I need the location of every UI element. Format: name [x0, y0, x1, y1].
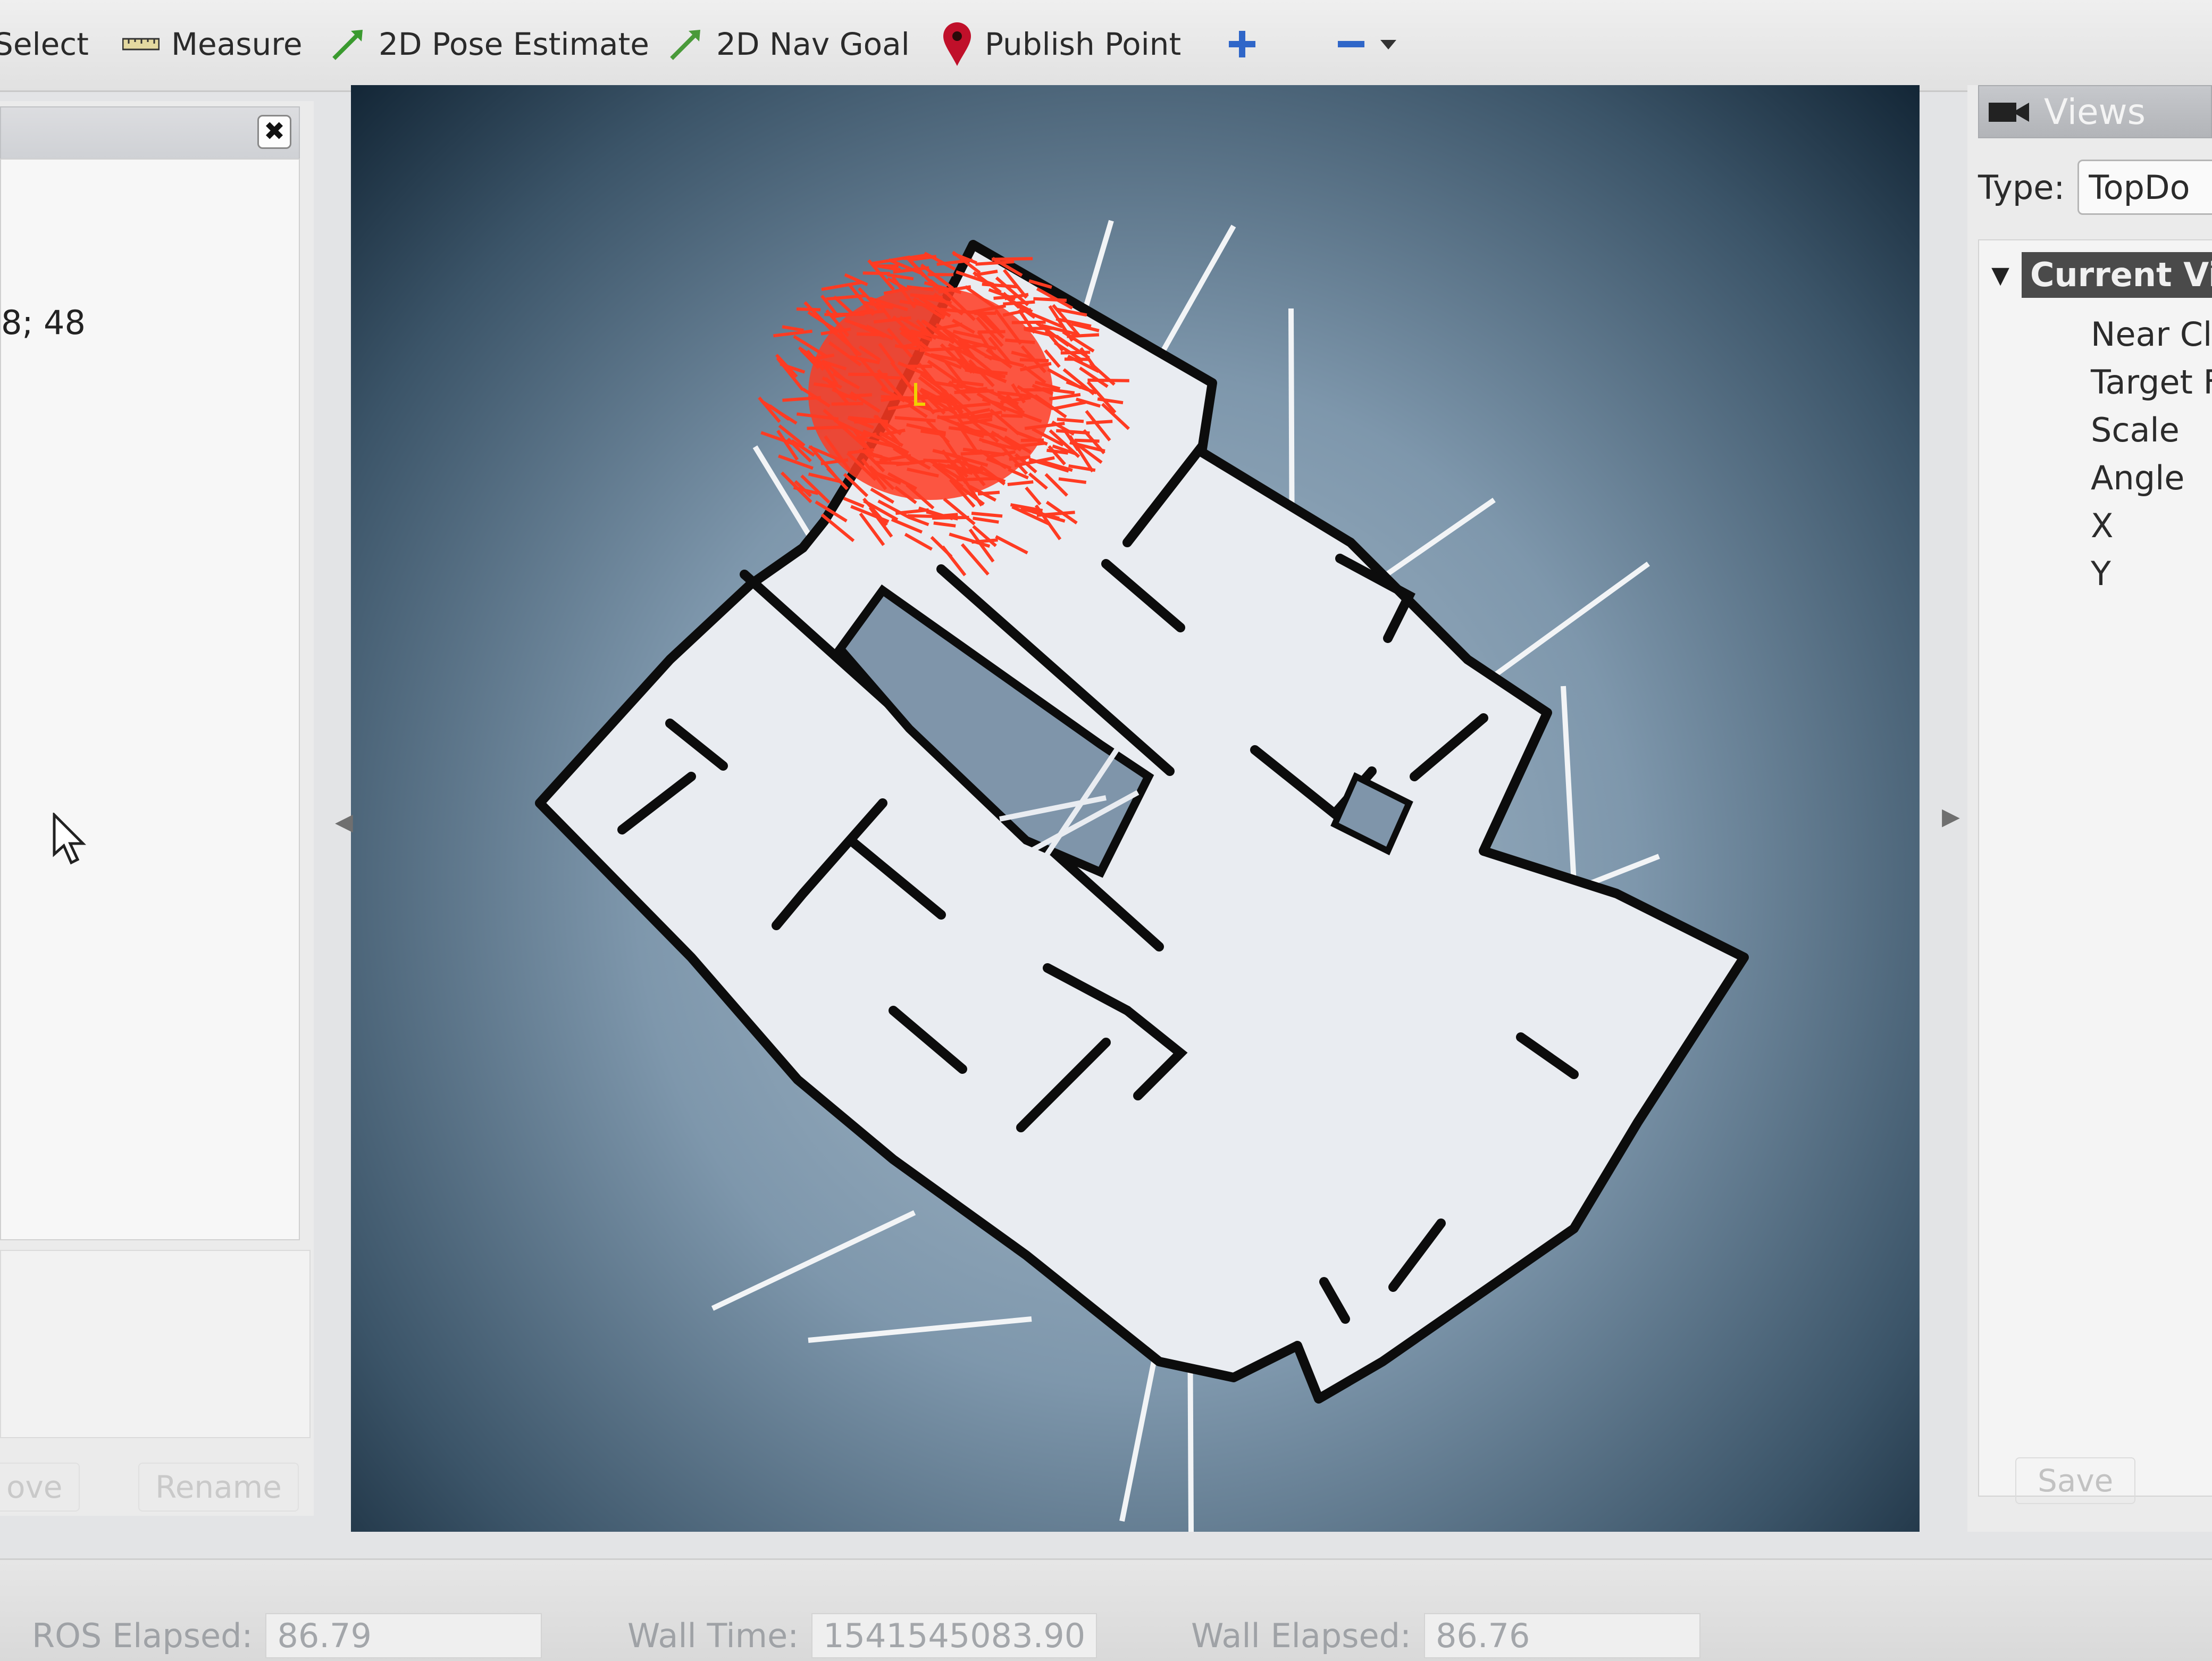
property-near-clip[interactable]: Near Cli	[2091, 315, 2212, 354]
wall-time-label: Wall Time:	[627, 1616, 799, 1655]
plus-icon	[1226, 28, 1259, 61]
views-tree: ▼ Current Vi Near Cli Target F Scale Ang…	[1978, 239, 2212, 1497]
property-y[interactable]: Y	[2091, 554, 2111, 593]
map-pin-icon	[941, 21, 973, 67]
expand-arrow-icon[interactable]: ▼	[1979, 262, 2022, 289]
particle-arrow	[877, 377, 901, 378]
minus-icon	[1335, 28, 1368, 61]
views-panel-header: Views	[1978, 85, 2212, 138]
measure-tool-label: Measure	[171, 26, 303, 62]
occupancy-map	[351, 85, 1920, 1532]
particle-arrow	[954, 391, 994, 393]
wall-elapsed-value: 86.76	[1424, 1613, 1700, 1658]
particle-arrow	[1061, 352, 1090, 353]
map-viewport[interactable]	[351, 85, 1920, 1532]
view-type-row: Type: TopDo	[1978, 160, 2212, 215]
particle-arrow	[992, 258, 1033, 259]
particle-arrow	[797, 309, 820, 310]
wall-elapsed-label: Wall Elapsed:	[1191, 1616, 1411, 1655]
view-type-select[interactable]: TopDo	[2077, 160, 2212, 215]
pose-estimate-tool-button[interactable]: 2D Pose Estimate	[330, 15, 649, 73]
particle-arrow	[857, 334, 881, 335]
particle-arrow	[1009, 457, 1030, 459]
left-panel-value: 8; 48	[1, 303, 86, 342]
property-x[interactable]: X	[2091, 506, 2113, 545]
close-icon[interactable]: ✖	[257, 115, 291, 149]
current-view-group[interactable]: ▼ Current Vi	[1979, 251, 2212, 299]
ros-elapsed-value: 86.79	[265, 1613, 542, 1658]
particle-arrow	[777, 358, 803, 390]
particle-arrow	[1033, 299, 1067, 301]
ruler-icon	[122, 37, 160, 51]
status-bar: ROS Elapsed: 86.79 Wall Time: 1541545083…	[0, 1558, 2212, 1661]
nav-goal-tool-label: 2D Nav Goal	[716, 26, 910, 62]
particle-arrow	[887, 275, 914, 279]
camera-icon	[1988, 97, 2030, 126]
particle-arrow	[848, 374, 887, 375]
rename-button[interactable]: Rename	[138, 1463, 299, 1512]
ros-elapsed: ROS Elapsed: 86.79	[32, 1613, 542, 1658]
publish-point-tool-button[interactable]: Publish Point	[941, 15, 1181, 73]
save-view-button[interactable]: Save	[2015, 1457, 2135, 1504]
remove-button[interactable]: ove	[0, 1463, 80, 1512]
particle-arrow	[1003, 302, 1035, 304]
left-panel-lower	[0, 1250, 311, 1438]
pose-arrow-icon	[330, 26, 367, 63]
property-scale[interactable]: Scale	[2091, 411, 2180, 449]
left-panel-header: ✖	[0, 106, 300, 160]
particle-arrow	[1075, 440, 1100, 441]
particle-arrow	[782, 327, 804, 330]
toolbar: Select Measure 2D Pose Estimate 2D Nav G…	[0, 0, 2212, 92]
select-tool-button[interactable]: Select	[0, 15, 89, 73]
nav-goal-tool-button[interactable]: 2D Nav Goal	[667, 15, 910, 73]
left-panel: ✖ 8; 48 ove Rename	[0, 101, 314, 1516]
left-collapse-arrow-icon[interactable]: ◀	[335, 808, 353, 836]
current-view-label: Current Vi	[2022, 252, 2212, 298]
property-target-frame[interactable]: Target F	[2091, 363, 2212, 402]
wall-time-value: 1541545083.90	[811, 1613, 1097, 1658]
dropdown-arrow-icon[interactable]	[1379, 38, 1397, 51]
property-angle[interactable]: Angle	[2091, 458, 2184, 497]
select-tool-label: Select	[0, 26, 89, 62]
particle-arrow	[1020, 360, 1049, 361]
particle-arrow	[1057, 419, 1084, 421]
measure-tool-button[interactable]: Measure	[122, 15, 303, 73]
nav-arrow-icon	[667, 26, 705, 63]
left-panel-content: 8; 48	[0, 158, 300, 1240]
views-panel-title: Views	[2044, 91, 2146, 132]
particle-arrow	[822, 282, 861, 289]
particle-arrow	[1086, 421, 1113, 423]
remove-tool-button[interactable]	[1335, 15, 1397, 73]
wall-elapsed: Wall Elapsed: 86.76	[1191, 1613, 1700, 1658]
particle-arrow	[1001, 415, 1023, 416]
view-type-label: Type:	[1978, 168, 2065, 207]
mouse-cursor-icon	[52, 813, 89, 866]
right-collapse-arrow-icon[interactable]: ▶	[1942, 803, 1960, 830]
add-tool-button[interactable]	[1226, 15, 1259, 73]
particle-arrow	[834, 297, 853, 314]
free-space	[540, 245, 1744, 1399]
particle-arrow	[773, 331, 812, 336]
ros-elapsed-label: ROS Elapsed:	[32, 1616, 253, 1655]
particle-arrow	[1012, 322, 1046, 323]
pose-estimate-tool-label: 2D Pose Estimate	[379, 26, 649, 62]
views-panel: Views Type: TopDo ▼ Current Vi Near Cli …	[1967, 85, 2212, 1532]
wall-time: Wall Time: 1541545083.90	[627, 1613, 1097, 1658]
particle-arrow	[937, 417, 969, 418]
particle-arrow	[1087, 380, 1129, 381]
publish-point-tool-label: Publish Point	[985, 26, 1181, 62]
